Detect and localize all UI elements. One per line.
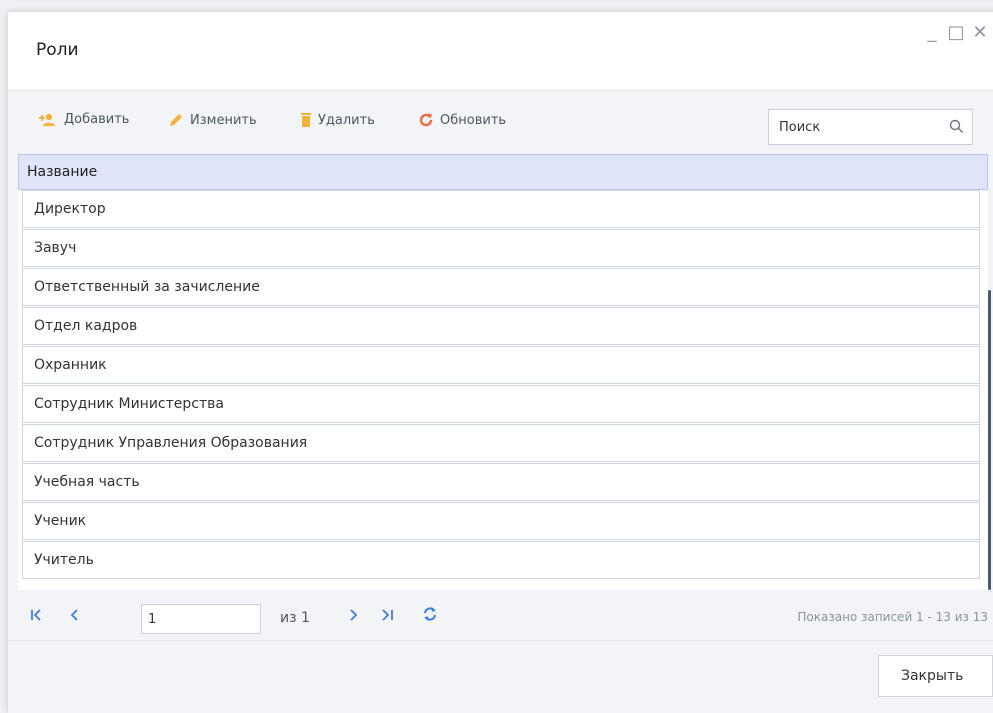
first-page-icon[interactable]	[30, 608, 44, 622]
prev-page-icon[interactable]	[68, 608, 82, 622]
table-row[interactable]: Завуч	[22, 229, 980, 267]
edit-button-label: Изменить	[190, 112, 257, 128]
refresh-button-label: Обновить	[440, 112, 507, 128]
table-row[interactable]: Сотрудник Управления Образования	[22, 424, 980, 462]
records-info: Показано записей 1 - 13 из 13	[797, 610, 988, 624]
add-button-label: Добавить	[64, 112, 130, 127]
row-label: Директор	[34, 201, 106, 217]
pagination-bar: из 1 Показано записей 1 - 13 из 13	[18, 592, 988, 640]
search-box	[768, 109, 973, 145]
search-input[interactable]	[769, 110, 959, 144]
minimize-icon[interactable]: _	[923, 22, 941, 44]
table-row[interactable]: Учебная часть	[22, 463, 980, 501]
delete-button[interactable]: Удалить	[300, 112, 375, 128]
maximize-icon[interactable]: □	[947, 22, 965, 44]
dialog-title: Роли	[36, 40, 79, 60]
row-label: Сотрудник Министерства	[34, 396, 224, 412]
dialog-titlebar: Роли _ □ ✕	[8, 12, 993, 90]
dialog-footer: Закрыть	[8, 640, 993, 713]
last-page-icon[interactable]	[380, 608, 394, 622]
table-row[interactable]: Директор	[22, 190, 980, 228]
reload-icon[interactable]	[422, 606, 438, 622]
table-row[interactable]: Сотрудник Министерства	[22, 385, 980, 423]
toolbar: Добавить Изменить Удалить Обновить Поиск	[18, 101, 993, 145]
pencil-icon	[170, 114, 182, 126]
row-label: Охранник	[34, 357, 107, 373]
row-label: Ученик	[34, 513, 87, 529]
row-label: Отдел кадров	[34, 318, 138, 334]
dialog-body: Добавить Изменить Удалить Обновить Поиск…	[8, 90, 993, 641]
table-row[interactable]: Ответственный за зачисление	[22, 268, 980, 306]
delete-button-label: Удалить	[318, 112, 375, 128]
roles-dialog: Роли _ □ ✕ Добавить Изменить Удалить Обн…	[8, 12, 993, 713]
add-user-icon	[39, 113, 55, 126]
refresh-icon	[419, 113, 433, 127]
trash-icon	[301, 113, 311, 127]
close-button[interactable]: Закрыть	[878, 655, 993, 697]
close-icon[interactable]: ✕	[971, 22, 989, 44]
add-button[interactable]: Добавить	[38, 112, 129, 127]
refresh-button[interactable]: Обновить	[418, 112, 506, 128]
column-header-label: Название	[27, 164, 98, 180]
row-label: Сотрудник Управления Образования	[34, 435, 308, 451]
row-label: Учитель	[34, 552, 94, 568]
page-count: из 1	[280, 610, 310, 626]
next-page-icon[interactable]	[346, 608, 360, 622]
table-row[interactable]: Охранник	[22, 346, 980, 384]
search-icon[interactable]	[949, 119, 964, 134]
table-row[interactable]: Ученик	[22, 502, 980, 540]
table-row[interactable]: Учитель	[22, 541, 980, 579]
row-label: Ответственный за зачисление	[34, 279, 260, 295]
roles-grid: Директор Завуч Ответственный за зачислен…	[18, 190, 988, 590]
page-number-input[interactable]	[141, 604, 261, 634]
row-label: Завуч	[34, 240, 77, 256]
column-header-name[interactable]: Название	[18, 154, 988, 190]
grid-scrollbar[interactable]	[988, 290, 991, 590]
table-row[interactable]: Отдел кадров	[22, 307, 980, 345]
edit-button[interactable]: Изменить	[168, 112, 257, 128]
window-controls: _ □ ✕	[923, 22, 989, 44]
row-label: Учебная часть	[34, 474, 140, 490]
